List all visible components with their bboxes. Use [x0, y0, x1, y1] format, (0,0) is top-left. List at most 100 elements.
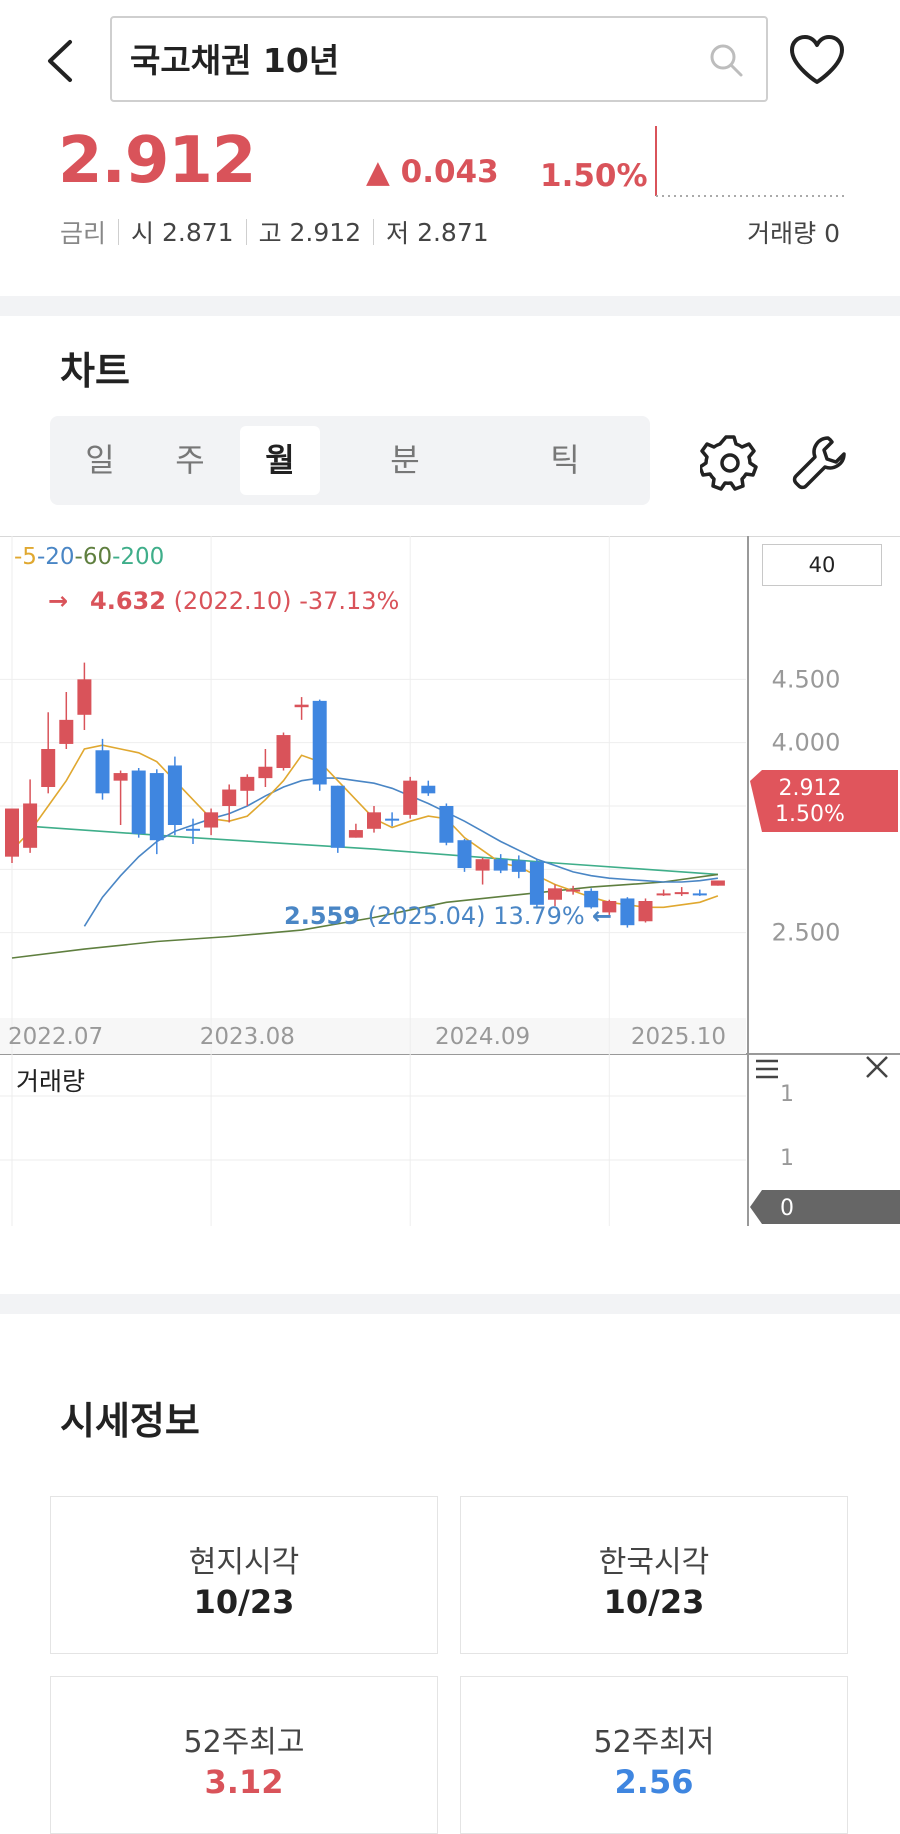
candle [367, 806, 381, 833]
high-annotation-pct: -37.13% [299, 587, 399, 615]
low-annotation-pct: 13.79% [493, 902, 585, 930]
legend-ma60: -60 [75, 544, 113, 570]
candle [149, 769, 164, 855]
candle [41, 712, 56, 794]
candle [167, 756, 182, 836]
candle-body [5, 808, 19, 857]
y-tick-label: 4.000 [772, 729, 841, 757]
low-value: 2.871 [417, 217, 489, 247]
candle [95, 738, 110, 800]
candle-body [566, 889, 581, 892]
candle [674, 887, 689, 896]
low-annotation-date: (2025.04) [368, 902, 486, 930]
candle [511, 855, 526, 879]
current-price: 2.912 [58, 124, 256, 198]
price-chart[interactable]: 4.5004.0003.5002.500 2022.072023.082024.… [0, 536, 900, 1226]
ma-legend: -5-20-60-200 [14, 544, 164, 570]
rate-label: 금리 [60, 219, 107, 248]
candle-body [493, 859, 508, 871]
info-card-label: 현지시각 [188, 1545, 300, 1580]
candle-body [258, 766, 273, 779]
x-tick-label: 2023.08 [200, 1024, 295, 1050]
info-card-value: 10/23 [193, 1583, 295, 1621]
candle [131, 768, 146, 838]
candle-body [276, 735, 291, 768]
candle-body [348, 830, 363, 838]
y-tick-label: 2.500 [772, 919, 841, 947]
candle-body [710, 880, 725, 886]
search-input[interactable] [130, 38, 690, 78]
candle-body [403, 780, 418, 815]
back-icon[interactable] [40, 36, 80, 86]
info-card-label: 한국시각 [598, 1545, 710, 1580]
candle [385, 812, 400, 827]
tab-week[interactable]: 주 [150, 426, 230, 495]
tab-tick[interactable]: 틱 [510, 426, 620, 495]
volume-tick-0: 0 [780, 1196, 794, 1221]
search-icon[interactable] [708, 42, 744, 78]
candle-body [529, 861, 544, 905]
high-arrow: → [48, 587, 68, 615]
info-card-52w-high: 52주최고 3.12 [50, 1676, 438, 1834]
candle-body [113, 773, 128, 781]
x-tick-label: 2022.07 [8, 1024, 103, 1050]
x-tick-label: 2025.10 [631, 1024, 726, 1050]
menu-icon[interactable] [754, 1056, 780, 1082]
candle [276, 732, 291, 771]
candle [59, 692, 74, 749]
candle [421, 780, 436, 796]
close-icon[interactable] [864, 1054, 890, 1080]
candle-body [149, 773, 164, 841]
info-card-value: 10/23 [603, 1583, 705, 1621]
candle-body [240, 776, 255, 791]
price-change: ▲ 0.043 [366, 154, 499, 190]
candle-body [294, 704, 309, 708]
candle [493, 854, 508, 874]
candle [475, 857, 490, 885]
search-box[interactable] [110, 16, 768, 102]
candle [312, 699, 327, 791]
candle-body [23, 803, 38, 848]
candle-body [167, 765, 182, 825]
candle-body [95, 750, 110, 794]
candle [348, 823, 363, 838]
candle [656, 889, 671, 896]
candle-body [385, 818, 400, 821]
heart-icon[interactable] [788, 34, 846, 86]
section-divider [0, 1294, 900, 1314]
high-annotation-value: 4.632 [90, 587, 166, 615]
tab-month[interactable]: 월 [240, 426, 320, 495]
candle [113, 770, 128, 825]
y-tick-label: 4.500 [772, 665, 841, 693]
low-label: 저 [386, 219, 410, 248]
volume-tick-1: 1 [780, 1082, 794, 1107]
tab-minute[interactable]: 분 [350, 426, 460, 495]
intraday-sparkline [655, 126, 848, 197]
wrench-icon[interactable] [790, 432, 850, 492]
chart-section-title: 차트 [60, 349, 130, 393]
candle [23, 779, 38, 853]
info-card-52w-low: 52주최저 2.56 [460, 1676, 848, 1834]
period-tabs: 일 주 월 분 틱 [50, 416, 650, 505]
candle-body [620, 898, 635, 926]
price-change-percent: 1.50% [540, 158, 648, 194]
candle-body [457, 840, 472, 869]
x-tick-label: 2024.09 [435, 1024, 530, 1050]
low-annotation: 2.559 (2025.04) 13.79% [284, 902, 585, 930]
candle-body [421, 785, 436, 794]
open-value: 2.871 [161, 217, 234, 247]
high-annotation: 4.632 (2022.10) -37.13% [90, 587, 399, 615]
high-label: 고 [258, 219, 282, 248]
tab-day[interactable]: 일 [60, 426, 140, 495]
gear-icon[interactable] [700, 432, 760, 492]
legend-ma200: -200 [112, 544, 164, 570]
candle-count-input[interactable]: 40 [762, 544, 882, 586]
candle [5, 808, 19, 863]
candle [638, 898, 653, 923]
high-value: 2.912 [289, 217, 362, 247]
info-card-local-time: 현지시각 10/23 [50, 1496, 438, 1654]
candle-body [548, 888, 562, 900]
candle-body [367, 812, 381, 829]
high-annotation-date: (2022.10) [174, 587, 292, 615]
candle-body [330, 785, 345, 848]
